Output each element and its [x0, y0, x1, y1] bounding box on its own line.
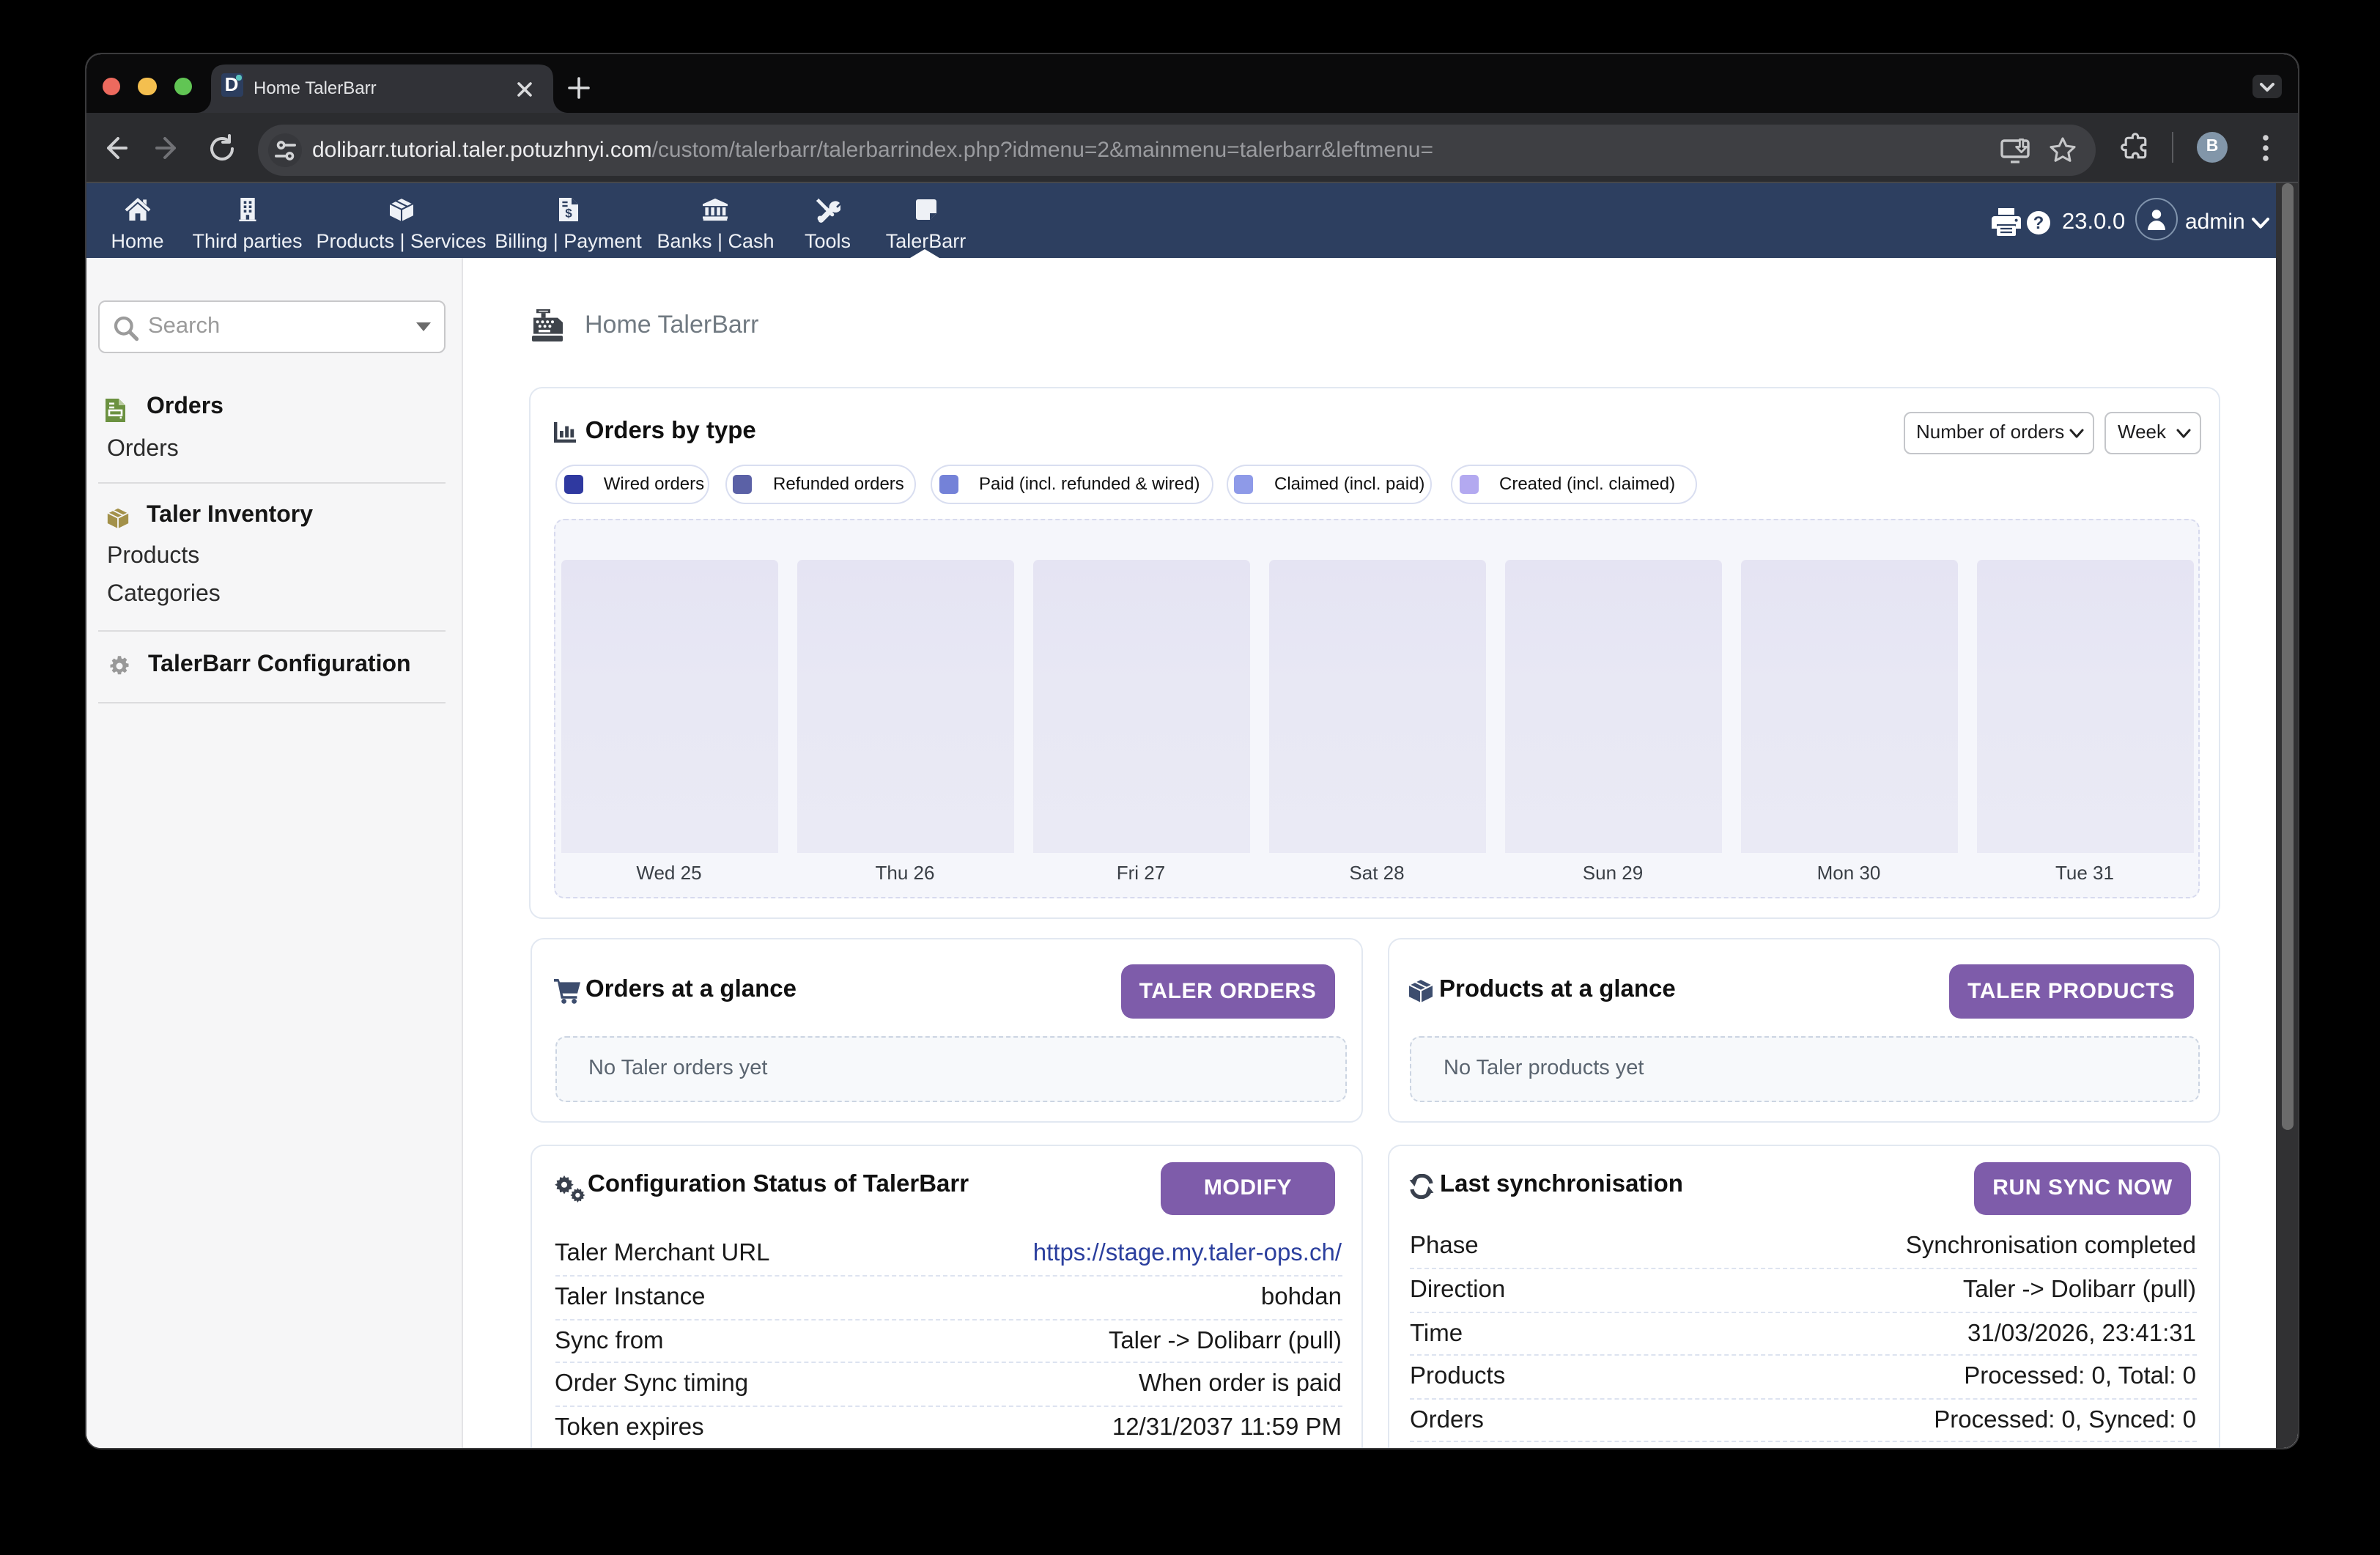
svg-text:$: $ — [565, 206, 572, 220]
